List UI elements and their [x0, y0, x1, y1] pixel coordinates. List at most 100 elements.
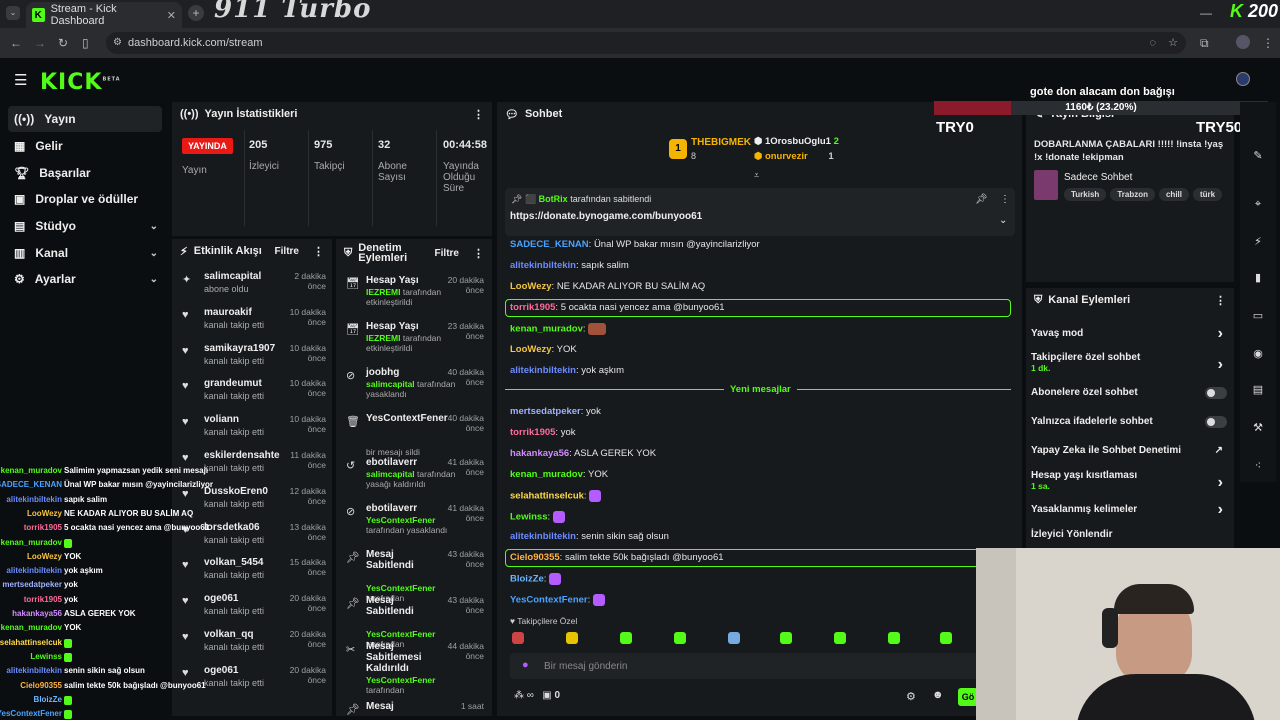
chat-username[interactable]: kenan_muradov: [510, 469, 583, 480]
sidebar-item-studyo[interactable]: ▤ Stüdyo ⌄: [8, 213, 162, 239]
kick-logo[interactable]: KICKBETA: [40, 70, 121, 95]
tag[interactable]: Turkish: [1064, 188, 1107, 201]
chat-message[interactable]: selahattinselcuk:: [510, 490, 602, 502]
activity-row[interactable]: ✦ salimcapital abone oldu 2 dakika önce: [172, 271, 330, 305]
chat-message[interactable]: YesContextFener:: [510, 594, 605, 606]
moderation-row[interactable]: 🗑︎ YesContextFener bir mesajı sildi 40 daki…: [336, 413, 488, 457]
back-icon[interactable]: ←: [10, 36, 22, 50]
chat-message[interactable]: alitekinbiltekin: senin sikin sağ olsun: [510, 531, 669, 542]
hamburger-menu-icon[interactable]: ☰: [14, 71, 27, 89]
quick-emote-icon[interactable]: [674, 632, 686, 644]
activity-username[interactable]: salimcapital: [204, 271, 261, 282]
broadcast-icon[interactable]: ◉: [1248, 344, 1268, 364]
edit-icon[interactable]: ✎: [1248, 146, 1268, 166]
activity-username[interactable]: oge061: [204, 593, 238, 604]
collapse-gifters-icon[interactable]: ⩡: [754, 170, 759, 181]
crosshair-icon[interactable]: ⌖: [1248, 194, 1268, 214]
chat-settings-icon[interactable]: ⚙: [906, 690, 916, 703]
layout-icon[interactable]: ▤: [1248, 380, 1268, 400]
chat-username[interactable]: alitekinbiltekin: [510, 365, 576, 376]
moderation-row[interactable]: 📌︎ Mesaj Sabitlendi YesContextFener tarafı…: [336, 549, 488, 603]
chat-message[interactable]: alitekinbiltekin: yok aşkım: [510, 365, 624, 376]
chat-username[interactable]: Lewinss: [510, 512, 548, 523]
sidebar-item-gelir[interactable]: ▦ Gelir: [8, 133, 162, 159]
activity-username[interactable]: samikayra1907: [204, 343, 275, 354]
chat-message[interactable]: kenan_muradov:: [510, 323, 607, 335]
chat-username[interactable]: LooWezy: [510, 344, 552, 355]
more-dots-icon[interactable]: ⁖: [1248, 456, 1268, 476]
chat-username[interactable]: hakankaya56: [510, 448, 569, 459]
activity-row[interactable]: ♥ voliann kanalı takip etti 10 dakika önce: [172, 414, 330, 448]
top-gifter-2[interactable]: ⬢ 1OrosbuOglu1 2: [754, 136, 839, 147]
activity-username[interactable]: volkan_5454: [204, 557, 264, 568]
chat-username[interactable]: torrik1905: [510, 302, 555, 313]
channel-points[interactable]: ⁂ ∞ ▣ 0: [514, 690, 560, 701]
pinned-more-icon[interactable]: ⋮: [1000, 194, 1010, 205]
stats-more-icon[interactable]: ⋮: [473, 108, 484, 121]
quick-emote-icon[interactable]: [566, 632, 578, 644]
browser-menu-icon[interactable]: ⋮: [1262, 36, 1274, 50]
new-tab-icon[interactable]: +: [188, 5, 204, 21]
activity-username[interactable]: grandeumut: [204, 378, 262, 389]
chat-username[interactable]: LooWezy: [510, 281, 552, 292]
chat-username[interactable]: BloizZe: [510, 574, 544, 585]
chat-username[interactable]: mertsedatpeker: [510, 406, 581, 417]
activity-username[interactable]: oge061: [204, 665, 238, 676]
moderation-target[interactable]: ebotilaverr: [366, 503, 444, 514]
activity-row[interactable]: ♥ volkan_5454 kanalı takip etti 15 dakika ö…: [172, 557, 330, 591]
sidepanel-icon[interactable]: ▯: [82, 36, 89, 50]
channel-action-row[interactable]: Hesap yaşı kısıtlaması 1 sa. ›: [1031, 470, 1227, 494]
moderation-target[interactable]: YesContextFener: [366, 413, 448, 424]
minimize-icon[interactable]: —: [1200, 6, 1212, 20]
activity-row[interactable]: ♥ oge061 kanalı takip etti 20 dakika önce: [172, 593, 330, 627]
top-gifter-1-name[interactable]: THEBIGMEK: [691, 137, 751, 148]
sidebar-item-yayin[interactable]: ((•)) Yayın: [8, 106, 162, 132]
quick-emote-icon[interactable]: [620, 632, 632, 644]
chat-message[interactable]: alitekinbiltekin: sapık salim: [510, 260, 629, 271]
forward-icon[interactable]: →: [34, 36, 46, 50]
moderation-target[interactable]: Mesaj Sabitlendi: [366, 549, 444, 571]
sidebar-item-droplar[interactable]: ▣ Droplar ve ödüller: [8, 186, 162, 212]
channel-action-row[interactable]: Yasaklanmış kelimeler ›: [1031, 501, 1227, 520]
emote-icon[interactable]: ☻: [932, 689, 944, 701]
channel-actions-more-icon[interactable]: ⋮: [1215, 294, 1226, 307]
activity-row[interactable]: ♥ DusskoEren0 kanalı takip etti 12 dakika ö…: [172, 486, 330, 520]
chat-username[interactable]: YesContextFener: [510, 595, 588, 606]
chat-message[interactable]: kenan_muradov: YOK: [510, 469, 608, 480]
activity-filter-button[interactable]: Filtre: [275, 246, 299, 257]
activity-row[interactable]: ♥ volkan_qq kanalı takip etti 20 dakika önc…: [172, 629, 330, 663]
emote-picker-icon[interactable]: ●: [522, 659, 529, 671]
moderation-row[interactable]: 📅︎ Hesap Yaşı IEZREMI tarafından etkinleşt…: [336, 275, 488, 319]
moderation-filter-button[interactable]: Filtre: [435, 248, 459, 259]
activity-more-icon[interactable]: ⋮: [313, 245, 324, 258]
quick-emote-icon[interactable]: [834, 632, 846, 644]
chat-icon[interactable]: ▭: [1248, 306, 1268, 326]
chat-username[interactable]: alitekinbiltekin: [510, 260, 576, 271]
sidebar-item-basarilar[interactable]: 🏆︎ Başarılar: [8, 160, 162, 186]
toggle-switch[interactable]: [1205, 387, 1227, 399]
close-tab-icon[interactable]: ✕: [167, 9, 176, 22]
send-button[interactable]: Gö: [958, 688, 978, 706]
quick-emote-icon[interactable]: [940, 632, 952, 644]
moderation-row[interactable]: 📌︎ Mesaj Sabitlendi YesContextFener tarafı…: [336, 595, 488, 649]
channel-action-row[interactable]: Yavaş mod ›: [1031, 325, 1227, 344]
chat-input[interactable]: ● Bir mesaj gönderin: [510, 653, 978, 679]
quick-emote-icon[interactable]: [888, 632, 900, 644]
chat-message[interactable]: hakankaya56: ASLA GEREK YOK: [510, 448, 656, 459]
category-name[interactable]: Sadece Sohbet: [1064, 172, 1132, 183]
quick-emote-icon[interactable]: [780, 632, 792, 644]
profile-avatar-icon[interactable]: [1236, 35, 1250, 49]
chat-username[interactable]: SADECE_KENAN: [510, 239, 589, 250]
moderation-target[interactable]: Hesap Yaşı: [366, 321, 444, 332]
channel-action-row[interactable]: Yalnızca ifadelerle sohbet: [1031, 416, 1227, 432]
wrench-icon[interactable]: ⚒: [1248, 418, 1268, 438]
pinned-link[interactable]: https://donate.bynogame.com/bunyoo61: [510, 211, 702, 222]
moderation-row[interactable]: ⊘ joobhg salimcapital tarafından yasakland…: [336, 367, 488, 411]
moderation-target[interactable]: ebotilaverr: [366, 457, 444, 468]
channel-action-row[interactable]: Yapay Zeka ile Sohbet Denetimi ↗: [1031, 445, 1227, 461]
moderation-target[interactable]: Mesaj Sabitlemesi Kaldırıldı: [366, 641, 444, 674]
tag[interactable]: chill: [1158, 188, 1189, 201]
activity-username[interactable]: voliann: [204, 414, 239, 425]
hide-eye-icon[interactable]: ◌: [1149, 32, 1156, 54]
activity-username[interactable]: eskilerdensahte: [204, 450, 280, 461]
